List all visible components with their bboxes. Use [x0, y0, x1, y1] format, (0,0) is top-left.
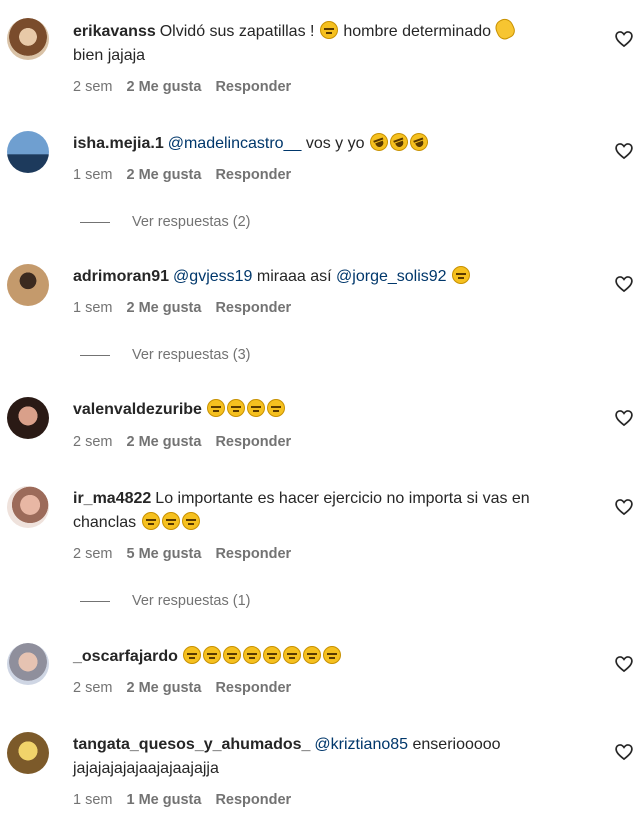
comment-meta: 2 sem 2 Me gusta Responder: [73, 434, 291, 450]
likes-count[interactable]: 1 Me gusta: [127, 792, 202, 808]
heart-outline-icon[interactable]: [614, 141, 634, 161]
likes-count[interactable]: 2 Me gusta: [127, 434, 202, 450]
avatar[interactable]: [7, 732, 49, 774]
expressionless-face-emoji-icon: [141, 512, 160, 530]
heart-outline-icon[interactable]: [614, 408, 634, 428]
expressionless-face-emoji-icon: [302, 646, 321, 664]
comment-text: valenvaldezuribe: [73, 398, 603, 422]
comment-text: isha.mejia.1 @madelincastro__ vos y yo: [73, 130, 603, 156]
comment-username[interactable]: erikavanss: [73, 23, 156, 40]
comment-text: erikavanss Olvidó sus zapatillas ! hombre…: [73, 16, 603, 68]
waving-hand-emoji-icon: [493, 16, 518, 42]
heart-outline-icon[interactable]: [614, 29, 634, 49]
comment-time[interactable]: 2 sem: [73, 680, 113, 696]
mention-link[interactable]: @kriztiano85: [314, 736, 408, 753]
reply-button[interactable]: Responder: [215, 792, 291, 808]
heart-outline-icon[interactable]: [614, 497, 634, 517]
replies-divider: [80, 600, 110, 602]
likes-count[interactable]: 5 Me gusta: [127, 546, 202, 562]
reply-button[interactable]: Responder: [215, 546, 291, 562]
comment-text: ir_ma4822 Lo importante es hacer ejercici…: [73, 490, 530, 531]
reply-button[interactable]: Responder: [215, 434, 291, 450]
comment-meta: 2 sem 2 Me gusta Responder: [73, 79, 291, 95]
avatar[interactable]: [7, 643, 49, 685]
rolling-laughing-emoji-icon: [367, 130, 391, 154]
mention-link[interactable]: @gvjess19: [173, 268, 252, 285]
comment-meta: 2 sem 2 Me gusta Responder: [73, 680, 291, 696]
reply-button[interactable]: Responder: [215, 300, 291, 316]
avatar[interactable]: [7, 486, 49, 528]
reply-button[interactable]: Responder: [215, 79, 291, 95]
comment-username[interactable]: isha.mejia.1: [73, 135, 164, 152]
comment-meta: 1 sem 2 Me gusta Responder: [73, 300, 291, 316]
expressionless-face-emoji-icon: [202, 646, 221, 664]
likes-count[interactable]: 2 Me gusta: [127, 79, 202, 95]
comment-time[interactable]: 1 sem: [73, 167, 113, 183]
avatar[interactable]: [7, 131, 49, 173]
comment-time[interactable]: 1 sem: [73, 300, 113, 316]
replies-divider: [80, 354, 110, 356]
rolling-laughing-emoji-icon: [387, 130, 411, 154]
comment-text: adrimoran91 @gvjess19 miraaa así @jorge_s…: [73, 265, 603, 289]
avatar[interactable]: [7, 18, 49, 60]
reply-button[interactable]: Responder: [215, 167, 291, 183]
mention-link[interactable]: @jorge_solis92: [336, 268, 447, 285]
reply-button[interactable]: Responder: [215, 680, 291, 696]
comment-meta: 2 sem 5 Me gusta Responder: [73, 546, 291, 562]
expressionless-face-emoji-icon: [182, 646, 201, 664]
comment-username[interactable]: ir_ma4822: [73, 490, 151, 507]
view-replies-button[interactable]: Ver respuestas (2): [80, 214, 250, 230]
heart-outline-icon[interactable]: [614, 654, 634, 674]
expressionless-face-emoji-icon: [266, 399, 285, 417]
comment-username[interactable]: _oscarfajardo: [73, 648, 178, 665]
expressionless-face-emoji-icon: [161, 512, 180, 530]
comment-meta: 1 sem 1 Me gusta Responder: [73, 792, 291, 808]
expressionless-face-emoji-icon: [181, 512, 200, 530]
comment-username[interactable]: adrimoran91: [73, 268, 169, 285]
mention-link[interactable]: @madelincastro__: [168, 135, 302, 152]
avatar[interactable]: [7, 264, 49, 306]
likes-count[interactable]: 2 Me gusta: [127, 680, 202, 696]
comment-time[interactable]: 1 sem: [73, 792, 113, 808]
expressionless-face-emoji-icon: [242, 646, 261, 664]
expressionless-face-emoji-icon: [452, 266, 471, 284]
expressionless-face-emoji-icon: [282, 646, 301, 664]
expressionless-face-emoji-icon: [246, 399, 265, 417]
likes-count[interactable]: 2 Me gusta: [127, 300, 202, 316]
comment-time[interactable]: 2 sem: [73, 546, 113, 562]
expressionless-face-emoji-icon: [222, 646, 241, 664]
likes-count[interactable]: 2 Me gusta: [127, 167, 202, 183]
heart-outline-icon[interactable]: [614, 742, 634, 762]
expressionless-face-emoji-icon: [322, 646, 341, 664]
rolling-laughing-emoji-icon: [407, 130, 431, 154]
expressionless-face-emoji-icon: [262, 646, 281, 664]
comment-username[interactable]: tangata_quesos_y_ahumados_: [73, 736, 310, 753]
replies-divider: [80, 221, 110, 223]
heart-outline-icon[interactable]: [614, 274, 634, 294]
comment-time[interactable]: 2 sem: [73, 434, 113, 450]
comment-text: _oscarfajardo: [73, 645, 603, 669]
avatar[interactable]: [7, 397, 49, 439]
expressionless-face-emoji-icon: [226, 399, 245, 417]
comment-text: tangata_quesos_y_ahumados_ @kriztiano85 e…: [73, 736, 501, 777]
comment-time[interactable]: 2 sem: [73, 79, 113, 95]
comment-username[interactable]: valenvaldezuribe: [73, 401, 202, 418]
view-replies-button[interactable]: Ver respuestas (1): [80, 593, 250, 609]
view-replies-button[interactable]: Ver respuestas (3): [80, 347, 250, 363]
comment-meta: 1 sem 2 Me gusta Responder: [73, 167, 291, 183]
expressionless-face-emoji-icon: [319, 21, 338, 39]
expressionless-face-emoji-icon: [206, 399, 225, 417]
